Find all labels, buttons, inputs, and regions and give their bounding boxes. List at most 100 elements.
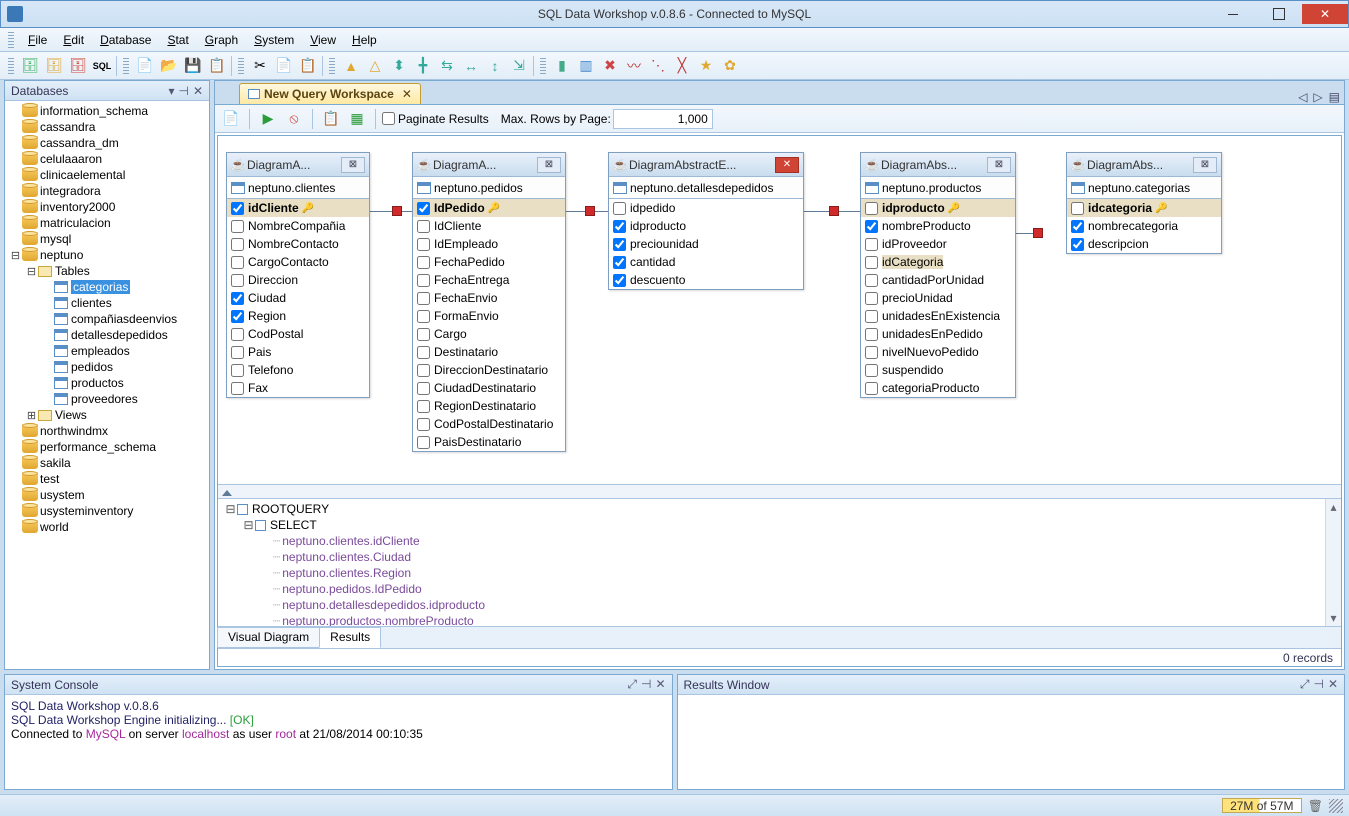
- column-checkbox[interactable]: [231, 274, 244, 287]
- column-checkbox[interactable]: [417, 202, 430, 215]
- tree-node[interactable]: empleados: [9, 343, 205, 359]
- column-row[interactable]: IdPedido🔑: [413, 199, 565, 217]
- column-row[interactable]: precioUnidad: [861, 289, 1015, 307]
- column-checkbox[interactable]: [417, 256, 430, 269]
- chart-x-button[interactable]: ✖: [599, 55, 621, 77]
- chart3-button[interactable]: ⬍: [388, 55, 410, 77]
- tree-node[interactable]: mysql: [9, 231, 205, 247]
- column-checkbox[interactable]: [1071, 202, 1084, 215]
- window-titlebar[interactable]: ☕DiagramAbs...⊠: [1067, 153, 1221, 177]
- query-tree-row[interactable]: ⊟SELECT: [224, 517, 1335, 533]
- tree-node[interactable]: pedidos: [9, 359, 205, 375]
- bar-chart2-button[interactable]: ▥: [575, 55, 597, 77]
- tree-node[interactable]: proveedores: [9, 391, 205, 407]
- column-row[interactable]: FechaEnvio: [413, 289, 565, 307]
- column-row[interactable]: Direccion: [227, 271, 369, 289]
- query-tree-row[interactable]: ⊟ROOTQUERY: [224, 501, 1335, 517]
- tree-node[interactable]: usysteminventory: [9, 503, 205, 519]
- diagram-window[interactable]: ☕DiagramA...⊠neptuno.pedidosIdPedido🔑IdC…: [412, 152, 566, 452]
- copy-button[interactable]: 📋: [206, 55, 228, 77]
- window-close-icon[interactable]: ⊠: [537, 157, 561, 173]
- column-checkbox[interactable]: [865, 310, 878, 323]
- query-tree-row[interactable]: ┈neptuno.clientes.idCliente: [224, 533, 1335, 549]
- column-checkbox[interactable]: [417, 436, 430, 449]
- column-row[interactable]: CodPostalDestinatario: [413, 415, 565, 433]
- column-row[interactable]: descuento: [609, 271, 803, 289]
- column-row[interactable]: unidadesEnPedido: [861, 325, 1015, 343]
- column-row[interactable]: FechaPedido: [413, 253, 565, 271]
- menu-graph[interactable]: Graph: [197, 30, 246, 50]
- column-checkbox[interactable]: [865, 292, 878, 305]
- column-row[interactable]: nombreProducto: [861, 217, 1015, 235]
- menu-file[interactable]: File: [20, 30, 55, 50]
- tab-visual-diagram[interactable]: Visual Diagram: [217, 627, 320, 648]
- column-checkbox[interactable]: [865, 238, 878, 251]
- window-titlebar[interactable]: ☕DiagramA...⊠: [413, 153, 565, 177]
- column-row[interactable]: nombrecategoria: [1067, 217, 1221, 235]
- column-row[interactable]: RegionDestinatario: [413, 397, 565, 415]
- tree-node[interactable]: cassandra_dm: [9, 135, 205, 151]
- join-point[interactable]: [1033, 228, 1043, 238]
- window-close-icon[interactable]: ⊠: [1193, 157, 1217, 173]
- tree-node[interactable]: information_schema: [9, 103, 205, 119]
- column-row[interactable]: Fax: [227, 379, 369, 397]
- menu-database[interactable]: Database: [92, 30, 159, 50]
- area-chart-button[interactable]: ╳: [671, 55, 693, 77]
- scrollbar[interactable]: ▴▾: [1325, 499, 1341, 626]
- column-checkbox[interactable]: [1071, 220, 1084, 233]
- db-icon-red[interactable]: 🗄: [67, 55, 89, 77]
- tree-node[interactable]: northwindmx: [9, 423, 205, 439]
- column-checkbox[interactable]: [417, 310, 430, 323]
- column-checkbox[interactable]: [231, 382, 244, 395]
- tree-node[interactable]: sakila: [9, 455, 205, 471]
- panel-close-icon[interactable]: ✕: [655, 677, 665, 692]
- close-button[interactable]: [1302, 4, 1348, 24]
- column-checkbox[interactable]: [417, 382, 430, 395]
- column-row[interactable]: Cargo: [413, 325, 565, 343]
- column-checkbox[interactable]: [613, 202, 626, 215]
- column-row[interactable]: Destinatario: [413, 343, 565, 361]
- query-tree-row[interactable]: ┈neptuno.pedidos.IdPedido: [224, 581, 1335, 597]
- memory-meter[interactable]: 27M of 57M: [1222, 798, 1302, 813]
- join-point[interactable]: [585, 206, 595, 216]
- panel-close-icon[interactable]: ✕: [1328, 677, 1338, 692]
- window-titlebar[interactable]: ☕DiagramAbs...⊠: [861, 153, 1015, 177]
- column-checkbox[interactable]: [231, 328, 244, 341]
- tree-node[interactable]: test: [9, 471, 205, 487]
- column-row[interactable]: CargoContacto: [227, 253, 369, 271]
- column-checkbox[interactable]: [865, 256, 878, 269]
- window-titlebar[interactable]: ☕DiagramA...⊠: [227, 153, 369, 177]
- column-row[interactable]: Ciudad: [227, 289, 369, 307]
- open-button[interactable]: 📂: [158, 55, 180, 77]
- menu-help[interactable]: Help: [344, 30, 385, 50]
- query-tree-row[interactable]: ┈neptuno.detallesdepedidos.idproducto: [224, 597, 1335, 613]
- column-checkbox[interactable]: [231, 292, 244, 305]
- chart8-button[interactable]: ⇲: [508, 55, 530, 77]
- trash-icon[interactable]: 🗑: [1308, 799, 1323, 813]
- panel-close-icon[interactable]: ✕: [193, 84, 203, 98]
- window-close-icon[interactable]: ⊠: [341, 157, 365, 173]
- panel-popout-icon[interactable]: ⤢: [627, 677, 637, 692]
- bar-chart-button[interactable]: ▮: [551, 55, 573, 77]
- column-row[interactable]: descripcion: [1067, 235, 1221, 253]
- column-row[interactable]: idCategoria: [861, 253, 1015, 271]
- tab-list-icon[interactable]: ▤: [1329, 90, 1340, 104]
- query-tree-row[interactable]: ┈neptuno.productos.nombreProducto: [224, 613, 1335, 626]
- column-row[interactable]: cantidadPorUnidad: [861, 271, 1015, 289]
- excel-button[interactable]: ▦: [346, 108, 368, 130]
- tab-results[interactable]: Results: [319, 627, 381, 648]
- column-checkbox[interactable]: [231, 238, 244, 251]
- pin-icon[interactable]: ⊣: [641, 677, 651, 692]
- window-titlebar[interactable]: ☕DiagramAbstractE...✕: [609, 153, 803, 177]
- tree-node[interactable]: cassandra: [9, 119, 205, 135]
- diagram-window[interactable]: ☕DiagramAbs...⊠neptuno.productosidproduc…: [860, 152, 1016, 398]
- chart4-button[interactable]: ╋: [412, 55, 434, 77]
- column-row[interactable]: Region: [227, 307, 369, 325]
- gear-button[interactable]: ✿: [719, 55, 741, 77]
- column-checkbox[interactable]: [417, 238, 430, 251]
- paginate-checkbox[interactable]: Paginate Results: [382, 112, 489, 126]
- column-checkbox[interactable]: [417, 220, 430, 233]
- column-checkbox[interactable]: [231, 310, 244, 323]
- panel-popout-icon[interactable]: ⤢: [1300, 677, 1310, 692]
- chart1-button[interactable]: ▲: [340, 55, 362, 77]
